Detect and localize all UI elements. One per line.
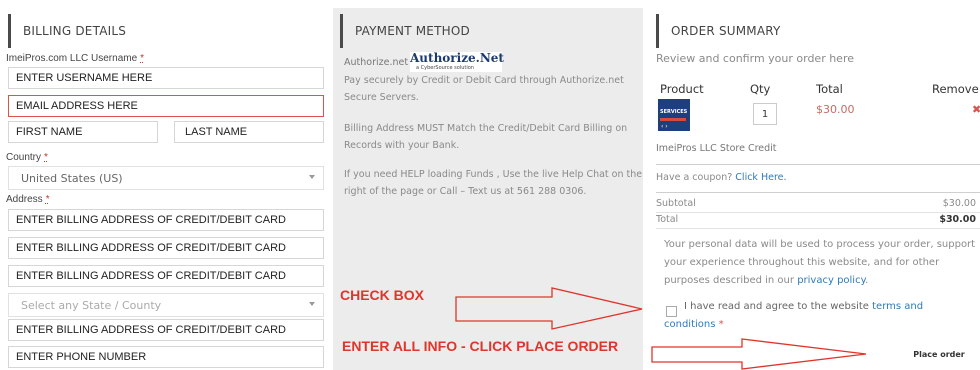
address-label-text: Address	[6, 194, 43, 205]
place-order-button[interactable]: Place order	[908, 346, 970, 362]
check-box-annotation: CHECK BOX	[340, 287, 425, 303]
privacy-notice: Your personal data will be used to proce…	[664, 236, 978, 290]
city-input[interactable]: ENTER BILLING ADDRESS OF CREDIT/DEBIT CA…	[8, 265, 324, 287]
coupon-row: Have a coupon? Click Here.	[656, 172, 787, 183]
item-name: ImeiPros LLC Store Credit	[656, 143, 777, 154]
logo-title: Authorize.Net	[410, 51, 504, 65]
col-product: Product	[660, 82, 704, 96]
country-label-text: Country	[6, 152, 42, 163]
thumbnail-label: SERVICES	[660, 109, 688, 115]
phone-input[interactable]: ENTER PHONE NUMBER	[8, 346, 324, 368]
order-summary-subtitle: Review and confirm your order here	[656, 52, 854, 65]
required-marker: *	[44, 152, 48, 163]
state-select-placeholder: Select any State / County	[21, 298, 162, 312]
username-label: ImeiPros.com LLC Username *	[6, 53, 144, 64]
divider	[656, 164, 980, 165]
item-total-price: $30.00	[816, 103, 855, 116]
divider	[656, 212, 980, 213]
state-select[interactable]: Select any State / County	[8, 293, 324, 317]
required-marker: *	[45, 194, 50, 205]
coupon-prompt: Have a coupon?	[656, 172, 733, 183]
thumbnail-stripe	[660, 118, 686, 121]
required-marker: *	[140, 53, 145, 64]
logo-subtitle: a CyberSource solution	[416, 65, 474, 71]
col-remove: Remove	[932, 82, 979, 96]
country-select[interactable]: United States (US)	[8, 166, 324, 190]
terms-text: I have read and agree to the website	[684, 301, 869, 312]
total-value: $30.00	[939, 214, 976, 225]
divider	[656, 228, 980, 229]
country-label: Country *	[6, 152, 48, 163]
privacy-policy-link[interactable]: privacy policy	[797, 275, 865, 286]
payment-method-section: PAYMENT METHOD Authorize.net Authorize.N…	[330, 0, 650, 370]
address-line1-input[interactable]: ENTER BILLING ADDRESS OF CREDIT/DEBIT CA…	[8, 209, 324, 231]
authorize-net-logo: Authorize.Net a CyberSource solution	[410, 51, 504, 72]
chevron-down-icon	[309, 175, 315, 179]
payment-desc-secure: Pay securely by Credit or Debit Card thr…	[344, 75, 624, 103]
payment-desc-billing-match: Billing Address MUST Match the Credit/De…	[344, 123, 628, 151]
order-summary-header: ORDER SUMMARY	[656, 14, 956, 48]
required-marker: *	[718, 319, 724, 330]
remove-item-icon[interactable]: ✖	[972, 103, 980, 116]
postcode-input[interactable]: ENTER BILLING ADDRESS OF CREDIT/DEBIT CA…	[8, 319, 324, 341]
col-total: Total	[816, 82, 843, 96]
username-input[interactable]: ENTER USERNAME HERE	[8, 67, 324, 89]
email-input[interactable]: EMAIL ADDRESS HERE	[8, 95, 324, 117]
address-line2-input[interactable]: ENTER BILLING ADDRESS OF CREDIT/DEBIT CA…	[8, 237, 324, 259]
thumbnail-arrows-icon: ‹ ›	[661, 123, 668, 130]
address-label: Address *	[6, 194, 50, 205]
enter-info-annotation: ENTER ALL INFO - CLICK PLACE ORDER	[342, 338, 619, 354]
chevron-down-icon	[309, 302, 315, 306]
subtotal-value: $30.00	[942, 198, 976, 209]
first-name-input[interactable]: FIRST NAME	[8, 121, 158, 143]
payment-desc-help: If you need HELP loading Funds , Use the…	[344, 169, 643, 197]
privacy-period: .	[865, 275, 869, 286]
billing-details-header: BILLING DETAILS	[8, 14, 318, 48]
col-qty: Qty	[750, 82, 771, 96]
total-label: Total	[656, 214, 679, 225]
billing-details-section: BILLING DETAILS ImeiPros.com LLC Usernam…	[0, 0, 330, 370]
product-thumbnail: SERVICES ‹ ›	[658, 99, 690, 131]
last-name-input[interactable]: LAST NAME	[174, 121, 324, 143]
quantity-input[interactable]: 1	[753, 103, 777, 125]
coupon-link[interactable]: Click Here.	[735, 172, 786, 183]
subtotal-label: Subtotal	[656, 198, 696, 209]
username-label-text: ImeiPros.com LLC Username	[6, 53, 138, 64]
divider	[656, 192, 980, 193]
order-summary-section: ORDER SUMMARY Review and confirm your or…	[650, 0, 980, 370]
payment-method-header: PAYMENT METHOD	[340, 14, 630, 48]
country-select-value: United States (US)	[21, 171, 123, 185]
terms-agreement: I have read and agree to the website ter…	[664, 298, 964, 334]
